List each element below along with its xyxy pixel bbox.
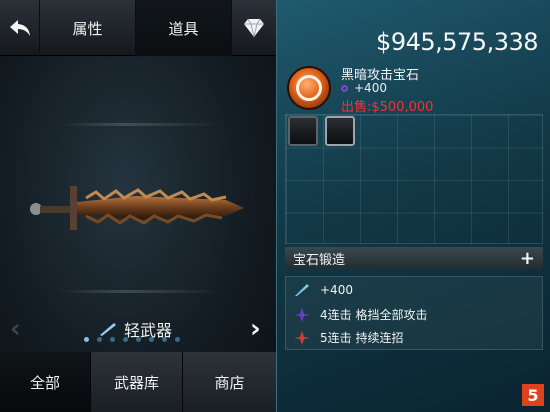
stat-row: 4连击 格挡全部攻击 [294,306,427,323]
tab-shop[interactable]: 商店 [183,352,276,412]
tab-armory[interactable]: 武器库 [91,352,183,412]
carousel-dot[interactable] [136,337,141,342]
gem-inventory-grid[interactable] [285,114,543,244]
carousel-dot[interactable] [84,337,89,342]
weapon-stats-box: +400 4连击 格挡全部攻击 5连击 持续连招 [285,276,543,350]
gem-detail-panel: $945,575,338 黑暗攻击宝石 +400 出售:$500,000 宝石锻… [276,0,550,412]
gem-bonus: +400 [341,81,387,95]
weapon-preview[interactable]: ‹ › [0,56,276,346]
ghost-weapon-next [60,290,220,293]
previous-weapon-arrow[interactable]: ‹ [10,314,21,344]
gem-forge-label: 宝石锻造 [293,252,346,268]
back-arrow-icon [9,20,30,36]
forge-add-button[interactable]: + [520,248,535,269]
carousel-dots [84,337,180,342]
carousel-dot[interactable] [149,337,154,342]
diamond-icon [244,18,264,38]
blade-icon [295,284,309,296]
purple-slash-icon [294,307,310,322]
stat-text: 5连击 持续连招 [320,331,404,345]
red-slash-icon [294,330,310,345]
stat-row: 5连击 持续连招 [294,329,403,346]
watermark-logo: 5 [522,384,544,406]
stat-text: 4连击 格挡全部攻击 [320,308,428,322]
sword-image [30,186,244,230]
gem-sell-price: 出售:$500,000 [341,100,434,115]
tab-attributes[interactable]: 属性 [40,0,136,56]
currency-balance: $945,575,338 [376,28,538,56]
ghost-weapon-previous [60,123,220,126]
carousel-dot[interactable] [162,337,167,342]
stat-row: +400 [294,283,353,297]
dark-orb-icon [341,84,348,92]
next-weapon-arrow[interactable]: › [250,314,261,344]
light-blade-icon [100,323,116,336]
gem-ring-icon [296,75,322,101]
bottom-tab-bar: 全部 武器库 商店 [0,352,276,412]
carousel-dot[interactable] [175,337,180,342]
carousel-dot[interactable] [110,337,115,342]
gem-slot[interactable] [325,116,355,146]
stat-text: +400 [320,283,353,297]
top-tab-bar: 属性 道具 [0,0,276,56]
gem-icon[interactable] [287,66,331,110]
carousel-dot[interactable] [97,337,102,342]
gem-tab-button[interactable] [232,0,276,56]
gem-slot[interactable] [288,116,318,146]
tab-all[interactable]: 全部 [0,352,91,412]
carousel-dot[interactable] [123,337,128,342]
back-button[interactable] [0,0,40,56]
gem-bonus-value: +400 [354,81,387,95]
tab-items[interactable]: 道具 [136,0,232,56]
gem-forge-bar[interactable]: 宝石锻造 + [285,247,543,269]
item-viewer-panel: 属性 道具 ‹ › 轻武器 全部 武器库 商店 [0,0,276,412]
